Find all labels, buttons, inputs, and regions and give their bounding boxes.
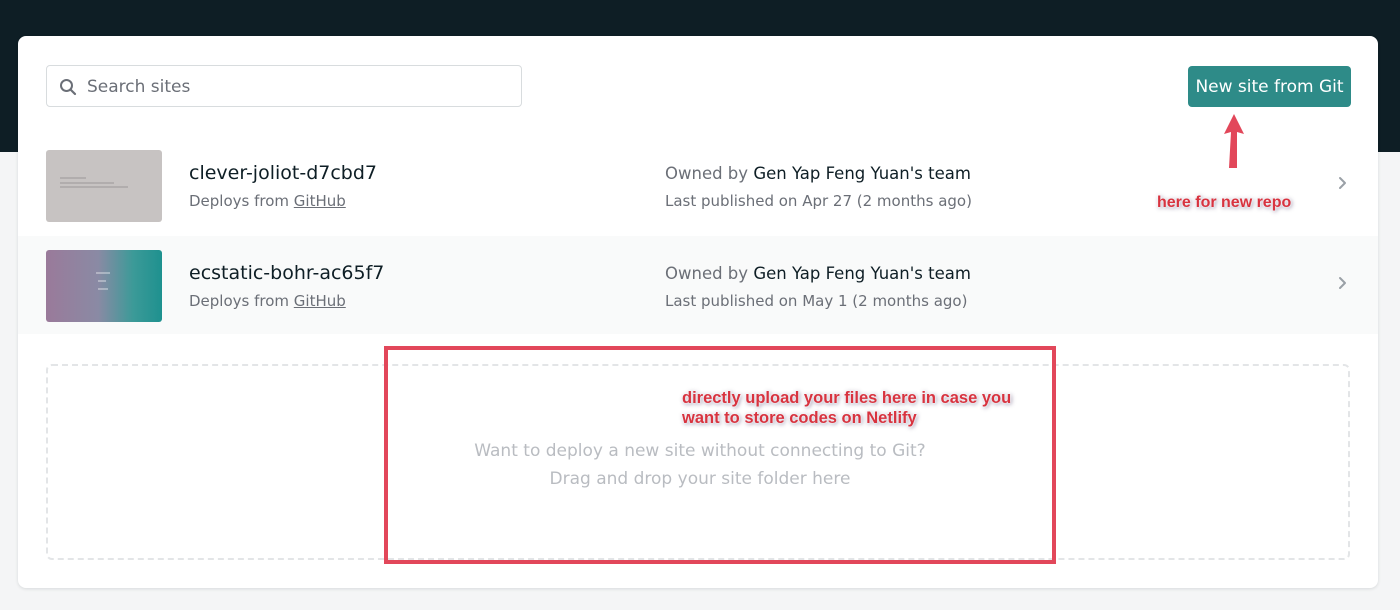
deploy-source: Deploys from GitHub	[189, 192, 346, 210]
last-published: Last published on Apr 27 (2 months ago)	[665, 192, 972, 210]
chevron-right-icon[interactable]	[1336, 176, 1350, 190]
dropzone-instruction: Drag and drop your site folder here	[549, 469, 851, 489]
deploys-prefix: Deploys from	[189, 292, 290, 310]
chevron-right-icon[interactable]	[1336, 276, 1350, 290]
site-owner: Owned by Gen Yap Feng Yuan's team	[665, 164, 971, 183]
owner-prefix: Owned by	[665, 264, 749, 283]
github-link[interactable]: GitHub	[294, 192, 346, 210]
github-link[interactable]: GitHub	[294, 292, 346, 310]
last-published: Last published on May 1 (2 months ago)	[665, 292, 968, 310]
site-thumbnail[interactable]	[46, 250, 162, 322]
site-owner: Owned by Gen Yap Feng Yuan's team	[665, 264, 971, 283]
owner-team-name: Gen Yap Feng Yuan's team	[753, 264, 971, 283]
site-thumbnail[interactable]	[46, 150, 162, 222]
site-list-item[interactable]: clever-joliot-d7cbd7 Deploys from GitHub…	[18, 136, 1378, 234]
owner-prefix: Owned by	[665, 164, 749, 183]
deploy-source: Deploys from GitHub	[189, 292, 346, 310]
annotation-new-repo: here for new repo	[1157, 194, 1292, 211]
deploys-prefix: Deploys from	[189, 192, 290, 210]
sites-card: New site from Git clever-joliot-d7cbd7 D…	[18, 36, 1378, 588]
site-list-item[interactable]: ecstatic-bohr-ac65f7 Deploys from GitHub…	[18, 236, 1378, 334]
new-site-from-git-button[interactable]: New site from Git	[1188, 66, 1351, 107]
annotation-upload-note: directly upload your files here in case …	[682, 388, 1011, 428]
annotation-upload-line1: directly upload your files here in case …	[682, 389, 1012, 407]
search-icon	[60, 79, 77, 96]
search-box[interactable]	[46, 65, 522, 108]
arrow-up-icon	[1224, 114, 1244, 168]
site-name[interactable]: ecstatic-bohr-ac65f7	[189, 262, 384, 284]
search-input[interactable]	[85, 66, 509, 108]
dropzone-prompt: Want to deploy a new site without connec…	[474, 441, 926, 461]
annotation-upload-line2: want to store codes on Netlify	[682, 409, 917, 427]
site-name[interactable]: clever-joliot-d7cbd7	[189, 162, 377, 184]
owner-team-name: Gen Yap Feng Yuan's team	[753, 164, 971, 183]
